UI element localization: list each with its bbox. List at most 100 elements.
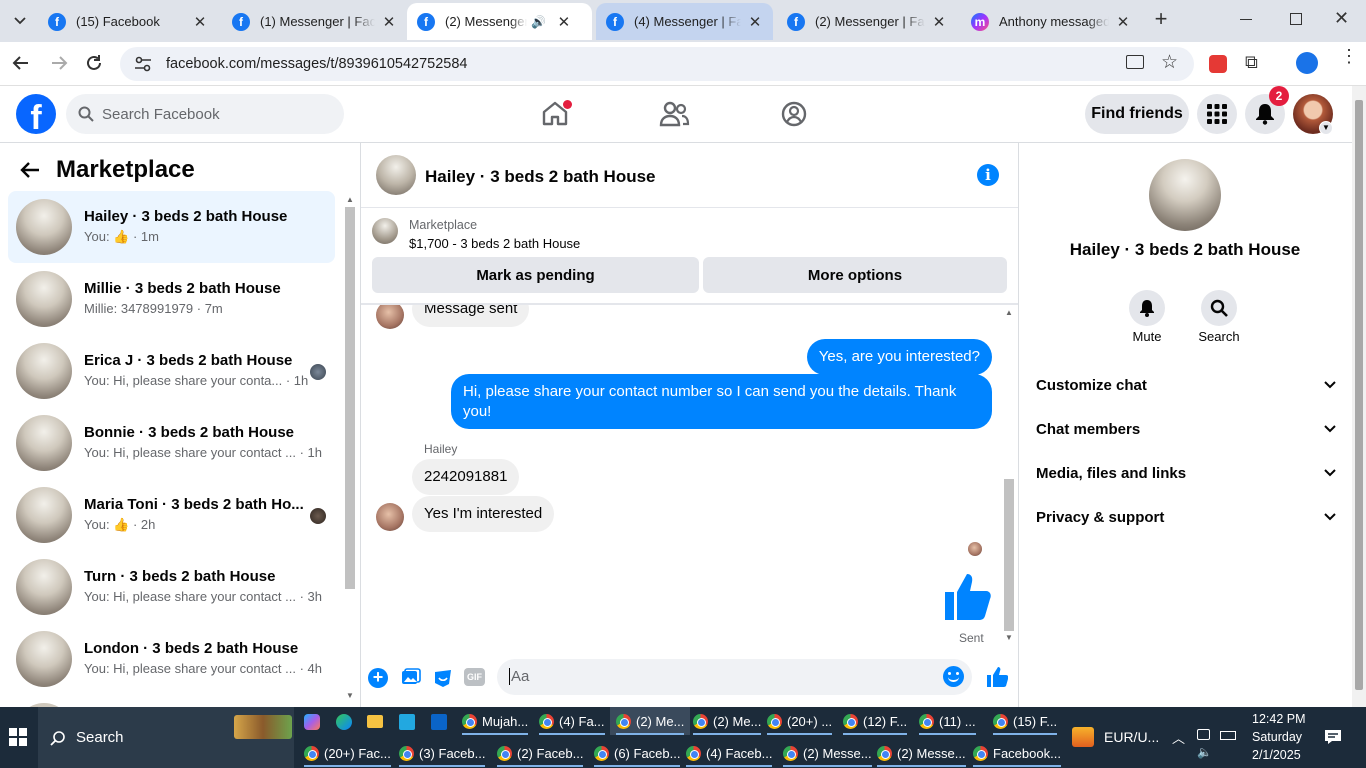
profile-icon[interactable] xyxy=(1296,52,1318,74)
taskbar-window-button[interactable]: (6) Faceb... xyxy=(588,739,686,767)
message-bubble-incoming[interactable]: Message sent xyxy=(412,305,530,327)
reload-button[interactable] xyxy=(85,54,103,72)
find-friends-button[interactable]: Find friends xyxy=(1085,94,1189,134)
browser-tab[interactable]: mAnthony messaged you✕ xyxy=(961,3,1141,40)
facebook-search-box[interactable]: Search Facebook xyxy=(66,94,344,134)
browser-tab[interactable]: f(4) Messenger | Facebook✕ xyxy=(596,3,773,40)
store-icon[interactable] xyxy=(399,714,415,730)
media-files-links-section[interactable]: Media, files and links xyxy=(1036,451,1336,495)
url-bar[interactable]: facebook.com/messages/t/8939610542752584… xyxy=(120,47,1194,81)
listing-detail[interactable]: $1,700 - 3 beds 2 bath House xyxy=(409,236,580,251)
taskbar-window-button[interactable]: (3) Faceb... xyxy=(393,739,491,767)
chat-scrollbar[interactable]: ▲ ▼ xyxy=(1002,307,1016,645)
battery-icon[interactable] xyxy=(1220,731,1236,740)
search-conversation-button[interactable] xyxy=(1201,290,1237,326)
outlook-icon[interactable] xyxy=(431,714,447,730)
tab-search-button[interactable] xyxy=(8,9,32,33)
taskbar-window-button[interactable]: (20+) Fac... xyxy=(298,739,397,767)
close-tab-icon[interactable]: ✕ xyxy=(381,13,397,31)
close-tab-icon[interactable]: ✕ xyxy=(747,13,763,31)
browser-tab[interactable]: f(2) Messenger | Facebook✕ xyxy=(777,3,957,40)
photo-icon[interactable] xyxy=(401,668,421,688)
chat-header-thumbnail[interactable] xyxy=(376,155,416,195)
browser-tab[interactable]: f(1) Messenger | Facebook✕ xyxy=(222,3,407,40)
close-tab-icon[interactable]: ✕ xyxy=(556,13,572,31)
mark-as-pending-button[interactable]: Mark as pending xyxy=(372,257,699,293)
taskbar-window-button[interactable]: (11) ... xyxy=(913,707,982,735)
chat-info-button[interactable]: i xyxy=(977,164,999,186)
taskbar-window-button[interactable]: (4) Faceb... xyxy=(680,739,778,767)
conversation-item[interactable]: London · 3 beds 2 bath House You: Hi, pl… xyxy=(8,623,335,695)
chat-members-section[interactable]: Chat members xyxy=(1036,407,1336,451)
conversation-item[interactable]: Bonnie · 3 beds 2 bath House You: Hi, pl… xyxy=(8,407,335,479)
minimize-button[interactable] xyxy=(1240,19,1252,20)
tray-chevron-icon[interactable]: ︿ xyxy=(1172,728,1185,747)
conversation-item[interactable]: Millie · 3 beds 2 bath House Millie: 347… xyxy=(8,263,335,335)
bookmark-star-icon[interactable]: ☆ xyxy=(1161,51,1178,74)
taskbar-window-button[interactable]: Mujah... xyxy=(456,707,534,735)
speaker-icon[interactable]: 🔊 xyxy=(531,15,546,29)
more-options-button[interactable]: More options xyxy=(703,257,1007,293)
extension-icon[interactable] xyxy=(1209,55,1227,73)
clock-day[interactable]: Saturday xyxy=(1252,730,1302,744)
copilot-icon[interactable] xyxy=(304,714,320,730)
edge-icon[interactable] xyxy=(336,714,352,730)
browser-tab[interactable]: f (15) Facebook ✕ xyxy=(38,3,218,40)
account-chevron-icon[interactable]: ▼ xyxy=(1319,121,1333,135)
facebook-logo-icon[interactable]: f xyxy=(16,94,56,134)
clock-time[interactable]: 12:42 PM xyxy=(1252,712,1306,726)
clock-date[interactable]: 2/1/2025 xyxy=(1252,748,1301,762)
list-scrollbar-thumb[interactable] xyxy=(345,207,355,589)
scroll-up-arrow-icon[interactable]: ▲ xyxy=(1005,308,1013,317)
browser-tab-active[interactable]: f(2) Messenger | Facebook🔊✕ xyxy=(407,3,592,40)
taskbar-window-button[interactable]: (2) Faceb... xyxy=(491,739,589,767)
friends-nav-button[interactable] xyxy=(658,100,690,128)
gif-icon[interactable]: GIF xyxy=(464,668,485,686)
volume-icon[interactable]: 🔈 xyxy=(1197,745,1212,759)
chat-scrollbar-thumb[interactable] xyxy=(1004,479,1014,631)
page-scrollbar[interactable] xyxy=(1352,86,1366,707)
meet-now-icon[interactable] xyxy=(1197,729,1210,740)
taskbar-window-button[interactable]: (2) Messe... xyxy=(777,739,878,767)
back-button[interactable] xyxy=(12,54,30,72)
conversation-item[interactable]: Hailey · 3 beds 2 bath House You: 👍 · 1m xyxy=(8,191,335,263)
restore-button[interactable] xyxy=(1290,13,1302,25)
list-scrollbar[interactable]: ▲ ▼ xyxy=(343,193,357,707)
listing-thumbnail[interactable] xyxy=(372,218,398,244)
install-app-icon[interactable] xyxy=(1126,55,1144,69)
page-scrollbar-thumb[interactable] xyxy=(1355,100,1363,690)
currency-widget-icon[interactable] xyxy=(1072,727,1094,747)
customize-chat-section[interactable]: Customize chat xyxy=(1036,363,1336,407)
conversation-item[interactable]: Erica J · 3 beds 2 bath House You: Hi, p… xyxy=(8,335,335,407)
mute-button[interactable] xyxy=(1129,290,1165,326)
privacy-support-section[interactable]: Privacy & support xyxy=(1036,495,1336,539)
chat-title[interactable]: Hailey · 3 beds 2 bath House xyxy=(425,167,656,187)
forward-button[interactable] xyxy=(50,54,68,72)
home-nav-button[interactable] xyxy=(536,96,576,132)
taskbar-window-button[interactable]: (20+) ... xyxy=(761,707,838,735)
notifications-button[interactable]: 2 xyxy=(1245,86,1289,134)
taskbar-window-button[interactable]: Facebook... xyxy=(967,739,1067,767)
scroll-up-arrow-icon[interactable]: ▲ xyxy=(346,195,354,204)
taskbar-window-button[interactable]: (2) Messe... xyxy=(871,739,972,767)
taskbar-window-button[interactable]: (12) F... xyxy=(837,707,913,735)
taskbar-window-button[interactable]: (15) F... xyxy=(987,707,1063,735)
extensions-puzzle-icon[interactable]: ⧉ xyxy=(1245,52,1258,73)
conversation-item[interactable]: Turn · 3 beds 2 bath House You: Hi, plea… xyxy=(8,551,335,623)
menu-dots-icon[interactable]: ⋮ xyxy=(1340,47,1358,65)
currency-widget-label[interactable]: EUR/U... xyxy=(1104,729,1159,745)
scroll-down-arrow-icon[interactable]: ▼ xyxy=(1005,633,1013,642)
message-bubble-outgoing[interactable]: Hi, please share your contact number so … xyxy=(451,374,992,429)
message-bubble-outgoing[interactable]: Yes, are you interested? xyxy=(806,339,992,375)
message-input[interactable]: Aa xyxy=(497,659,972,695)
close-tab-icon[interactable]: ✕ xyxy=(931,13,947,31)
file-explorer-icon[interactable] xyxy=(367,715,383,728)
back-button[interactable] xyxy=(20,161,40,179)
close-tab-icon[interactable]: ✕ xyxy=(192,13,208,31)
taskbar-window-button[interactable]: (2) Me... xyxy=(687,707,767,735)
menu-button[interactable] xyxy=(1197,94,1237,134)
taskbar-window-button[interactable]: (4) Fa... xyxy=(533,707,611,735)
close-window-button[interactable]: ✕ xyxy=(1334,8,1349,29)
notification-center-icon[interactable] xyxy=(1324,729,1342,745)
scroll-down-arrow-icon[interactable]: ▼ xyxy=(346,691,354,700)
